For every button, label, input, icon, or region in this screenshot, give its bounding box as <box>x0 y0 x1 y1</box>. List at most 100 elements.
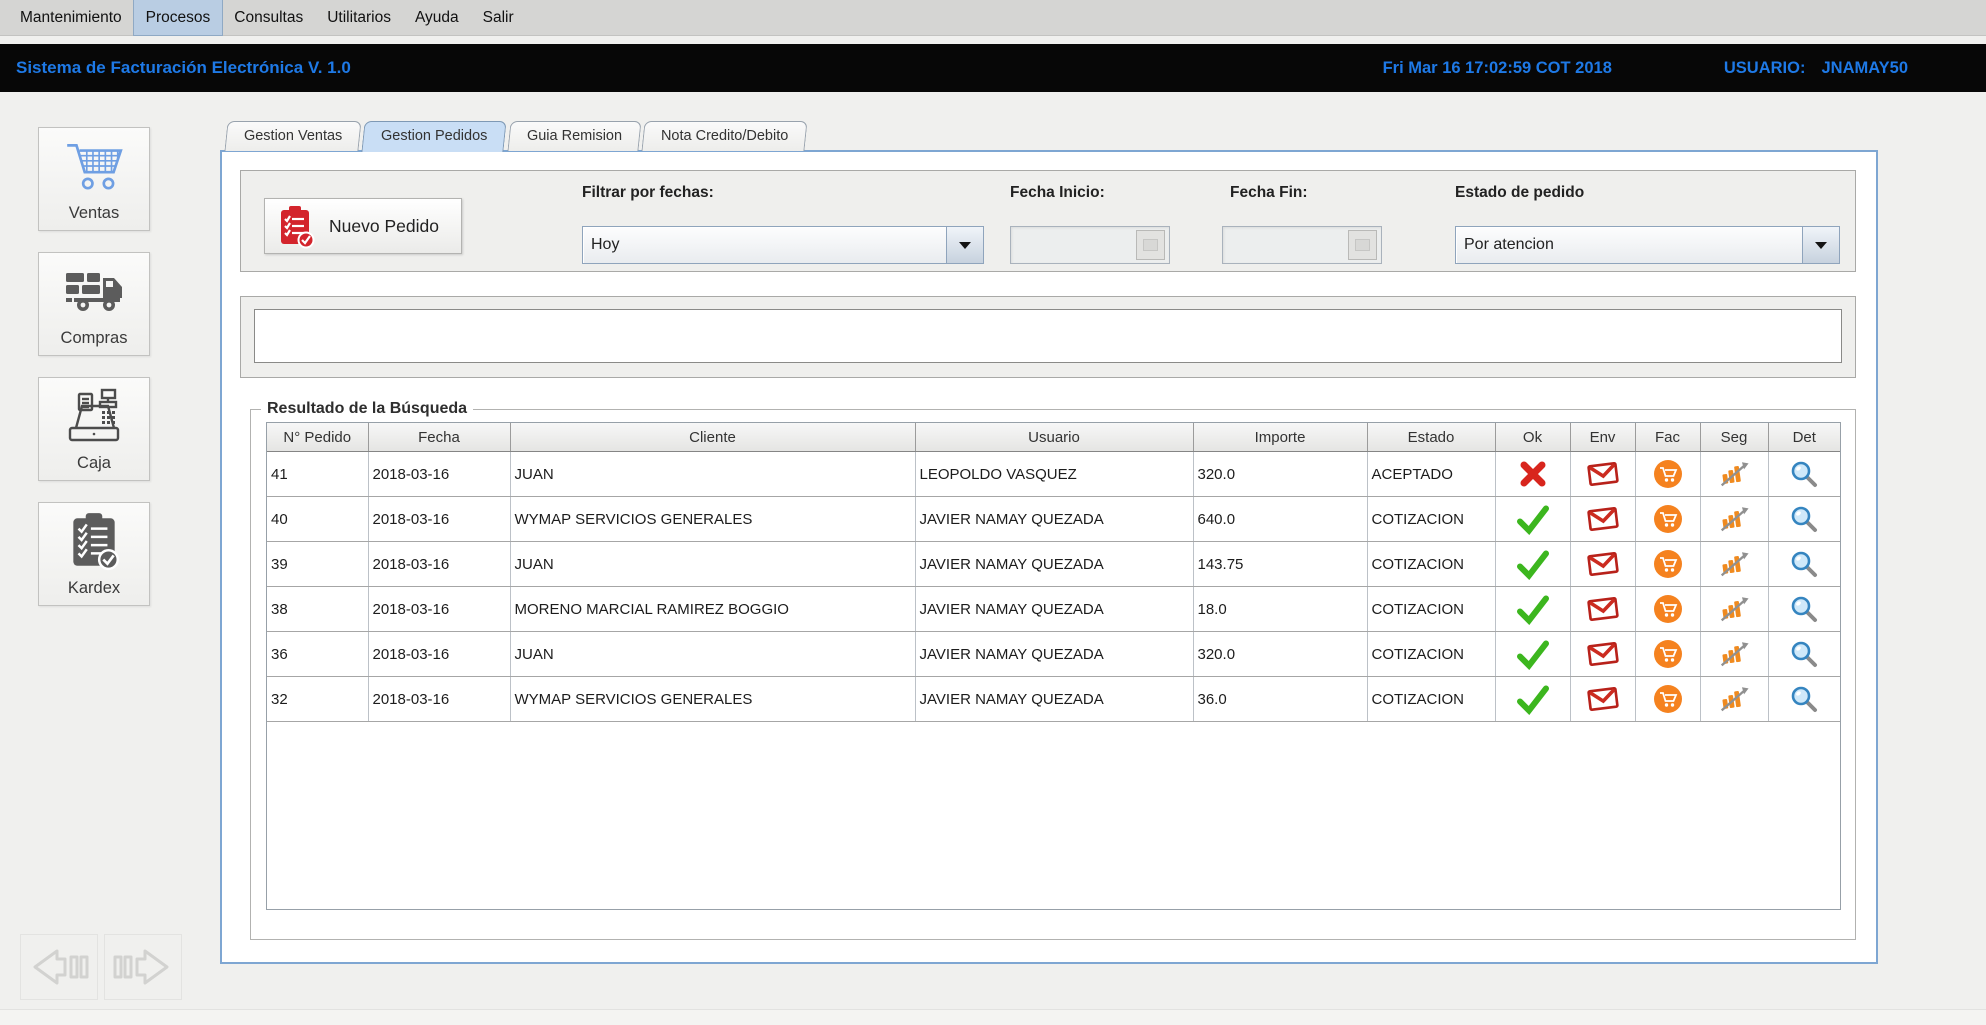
send-email-cell[interactable] <box>1570 587 1635 632</box>
cell-usuario: JAVIER NAMAY QUEZADA <box>915 632 1193 677</box>
detail-cell[interactable] <box>1768 542 1840 587</box>
order-state-combobox[interactable]: Por atencion <box>1455 226 1840 264</box>
send-email-cell[interactable] <box>1570 542 1635 587</box>
sidebar-item-kardex[interactable]: Kardex <box>38 502 150 606</box>
tracking-cell[interactable] <box>1700 452 1768 497</box>
calendar-icon[interactable] <box>1136 230 1165 260</box>
cell-estado: ACEPTADO <box>1367 452 1495 497</box>
invoice-cart-cell[interactable] <box>1635 587 1700 632</box>
ok-status-cell[interactable] <box>1495 677 1570 722</box>
tab-guia-remision[interactable]: Guia Remision <box>507 121 641 151</box>
filter-dates-combobox[interactable]: Hoy <box>582 226 984 264</box>
column-header-cliente[interactable]: Cliente <box>510 423 915 452</box>
start-date-field[interactable] <box>1010 226 1170 264</box>
detail-cell[interactable] <box>1768 632 1840 677</box>
cell-pedido: 41 <box>267 452 368 497</box>
detail-cell[interactable] <box>1768 587 1840 632</box>
calendar-icon[interactable] <box>1348 230 1377 260</box>
sidebar-item-ventas[interactable]: Ventas <box>38 127 150 231</box>
send-email-cell[interactable] <box>1570 452 1635 497</box>
table-row[interactable]: 40 2018-03-16 WYMAP SERVICIOS GENERALES … <box>267 497 1840 542</box>
ok-status-cell[interactable] <box>1495 587 1570 632</box>
sidebar-item-caja[interactable]: Caja <box>38 377 150 481</box>
invoice-cart-cell[interactable] <box>1635 632 1700 677</box>
table-header-row: N° Pedido Fecha Cliente Usuario Importe … <box>267 423 1840 452</box>
invoice-cart-cell[interactable] <box>1635 542 1700 587</box>
trend-chart-icon <box>1716 640 1752 668</box>
menu-item-consultas[interactable]: Consultas <box>222 0 315 35</box>
table-row[interactable]: 38 2018-03-16 MORENO MARCIAL RAMIREZ BOG… <box>267 587 1840 632</box>
end-date-field[interactable] <box>1222 226 1382 264</box>
table-row[interactable]: 39 2018-03-16 JUAN JAVIER NAMAY QUEZADA … <box>267 542 1840 587</box>
cell-cliente: JUAN <box>510 542 915 587</box>
envelope-icon <box>1585 458 1621 490</box>
search-input[interactable] <box>254 309 1842 363</box>
cart-circle-icon <box>1653 684 1683 714</box>
detail-cell[interactable] <box>1768 452 1840 497</box>
ok-status-cell[interactable] <box>1495 542 1570 587</box>
menu-item-salir[interactable]: Salir <box>471 0 526 35</box>
title-bar: Sistema de Facturación Electrónica V. 1.… <box>0 44 1986 92</box>
order-state-value: Por atencion <box>1456 236 1802 254</box>
envelope-icon <box>1585 638 1621 670</box>
chevron-down-icon[interactable] <box>1802 227 1839 263</box>
ok-status-cell[interactable] <box>1495 632 1570 677</box>
menu-item-procesos[interactable]: Procesos <box>134 0 223 35</box>
sidebar-item-compras[interactable]: Compras <box>38 252 150 356</box>
table-row[interactable]: 36 2018-03-16 JUAN JAVIER NAMAY QUEZADA … <box>267 632 1840 677</box>
chevron-down-icon[interactable] <box>946 227 983 263</box>
tracking-cell[interactable] <box>1700 542 1768 587</box>
menu-item-utilitarios[interactable]: Utilitarios <box>315 0 403 35</box>
cell-pedido: 38 <box>267 587 368 632</box>
column-header-importe[interactable]: Importe <box>1193 423 1367 452</box>
tracking-cell[interactable] <box>1700 497 1768 542</box>
column-header-usuario[interactable]: Usuario <box>915 423 1193 452</box>
detail-cell[interactable] <box>1768 677 1840 722</box>
tab-gestion-pedidos[interactable]: Gestion Pedidos <box>362 121 508 152</box>
column-header-seg[interactable]: Seg <box>1700 423 1768 452</box>
new-order-button[interactable]: Nuevo Pedido <box>264 198 462 254</box>
trend-chart-icon <box>1716 595 1752 623</box>
cross-icon <box>1518 459 1548 489</box>
start-date-label: Fecha Inicio: <box>1010 184 1105 202</box>
column-header-pedido[interactable]: N° Pedido <box>267 423 368 452</box>
tracking-cell[interactable] <box>1700 587 1768 632</box>
detail-cell[interactable] <box>1768 497 1840 542</box>
cell-usuario: JAVIER NAMAY QUEZADA <box>915 587 1193 632</box>
column-header-fecha[interactable]: Fecha <box>368 423 510 452</box>
column-header-fac[interactable]: Fac <box>1635 423 1700 452</box>
menu-item-mantenimiento[interactable]: Mantenimiento <box>8 0 134 35</box>
tracking-cell[interactable] <box>1700 632 1768 677</box>
send-email-cell[interactable] <box>1570 677 1635 722</box>
end-date-label: Fecha Fin: <box>1230 184 1308 202</box>
menu-bar: Mantenimiento Procesos Consultas Utilita… <box>0 0 1986 36</box>
message-panel <box>240 296 1856 378</box>
table-row[interactable]: 41 2018-03-16 JUAN LEOPOLDO VASQUEZ 320.… <box>267 452 1840 497</box>
column-header-ok[interactable]: Ok <box>1495 423 1570 452</box>
ok-status-cell[interactable] <box>1495 497 1570 542</box>
ok-status-cell[interactable] <box>1495 452 1570 497</box>
send-email-cell[interactable] <box>1570 497 1635 542</box>
invoice-cart-cell[interactable] <box>1635 677 1700 722</box>
cell-pedido: 39 <box>267 542 368 587</box>
cell-usuario: JAVIER NAMAY QUEZADA <box>915 497 1193 542</box>
sidebar-item-label: Compras <box>61 329 128 355</box>
column-header-det[interactable]: Det <box>1768 423 1840 452</box>
app-title: Sistema de Facturación Electrónica V. 1.… <box>16 58 351 78</box>
results-table-body: 41 2018-03-16 JUAN LEOPOLDO VASQUEZ 320.… <box>267 452 1840 722</box>
previous-button[interactable] <box>20 934 98 1000</box>
tab-gestion-ventas[interactable]: Gestion Ventas <box>224 121 361 151</box>
cell-importe: 18.0 <box>1193 587 1367 632</box>
tracking-cell[interactable] <box>1700 677 1768 722</box>
invoice-cart-cell[interactable] <box>1635 497 1700 542</box>
table-row[interactable]: 32 2018-03-16 WYMAP SERVICIOS GENERALES … <box>267 677 1840 722</box>
cart-circle-icon <box>1653 594 1683 624</box>
column-header-env[interactable]: Env <box>1570 423 1635 452</box>
column-header-estado[interactable]: Estado <box>1367 423 1495 452</box>
menu-item-ayuda[interactable]: Ayuda <box>403 0 471 35</box>
next-button[interactable] <box>104 934 182 1000</box>
cell-fecha: 2018-03-16 <box>368 497 510 542</box>
send-email-cell[interactable] <box>1570 632 1635 677</box>
tab-nota-credito-debito[interactable]: Nota Credito/Debito <box>641 121 807 151</box>
invoice-cart-cell[interactable] <box>1635 452 1700 497</box>
